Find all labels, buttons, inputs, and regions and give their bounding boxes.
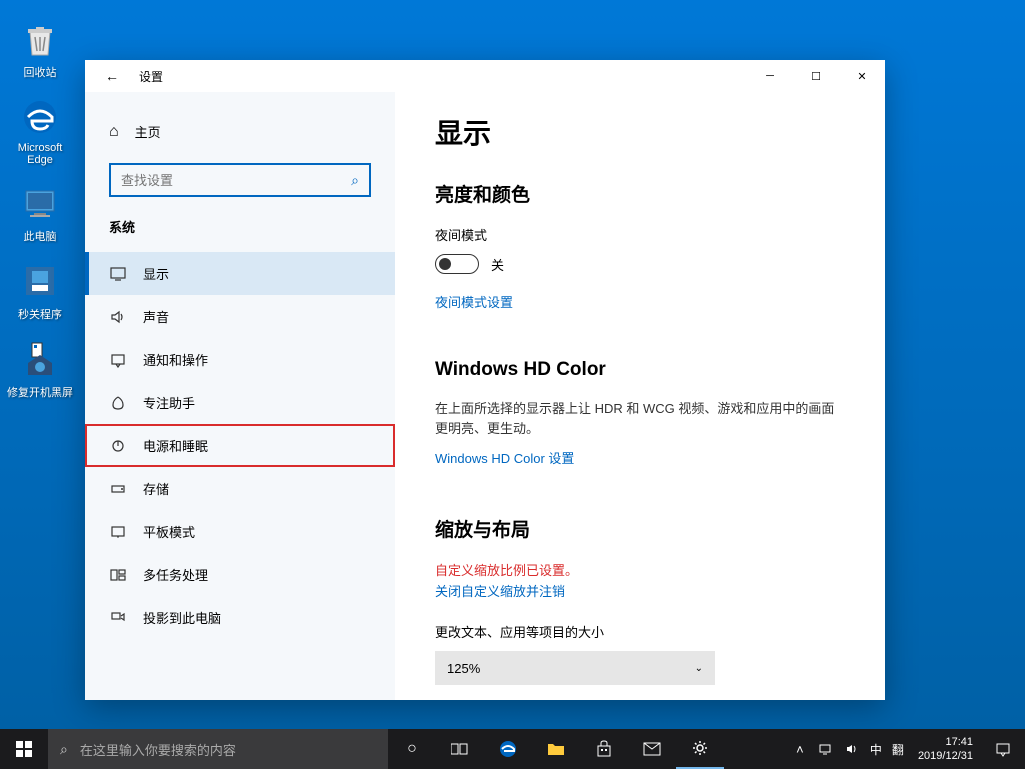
window-controls: ─ ☐ ✕ bbox=[747, 60, 885, 92]
tray-volume-icon[interactable] bbox=[840, 729, 864, 769]
focus-assist-icon bbox=[109, 394, 127, 412]
nav-label: 显示 bbox=[143, 264, 169, 283]
taskbar-app-edge[interactable] bbox=[484, 729, 532, 769]
desktop-icon-label: 修复开机黑屏 bbox=[7, 384, 73, 400]
search-icon: ⌕ bbox=[60, 741, 68, 758]
nav-item-sound[interactable]: 声音 bbox=[85, 295, 395, 338]
notifications-icon bbox=[109, 351, 127, 369]
desktop-icon-fix-black-screen[interactable]: 修复开机黑屏 bbox=[0, 330, 80, 408]
section-scale-title: 缩放与布局 bbox=[435, 515, 845, 542]
recycle-bin-icon bbox=[19, 18, 61, 60]
desktop-icon-label: 回收站 bbox=[24, 64, 57, 80]
nav-label: 投影到此电脑 bbox=[143, 608, 221, 627]
chevron-down-icon: ⌄ bbox=[695, 663, 703, 674]
desktop-icons-column: 回收站 Microsoft Edge 此电脑 秒关程序 修复开机黑屏 bbox=[0, 10, 80, 408]
scale-label: 更改文本、应用等项目的大小 bbox=[435, 622, 845, 641]
maximize-button[interactable]: ☐ bbox=[793, 60, 839, 92]
desktop-icon-this-pc[interactable]: 此电脑 bbox=[0, 174, 80, 252]
start-button[interactable] bbox=[0, 729, 48, 769]
search-box[interactable]: ⌕ bbox=[109, 163, 371, 197]
sound-icon bbox=[109, 308, 127, 326]
cortana-button[interactable]: ○ bbox=[388, 729, 436, 769]
settings-sidebar: ⌂ 主页 ⌕ 系统 显示 声音 通知和操作 专注助手 bbox=[85, 92, 395, 700]
window-title: 设置 bbox=[139, 68, 163, 85]
nav-label: 多任务处理 bbox=[143, 565, 208, 584]
tray-chevron-up[interactable]: ˄ bbox=[788, 729, 812, 769]
taskbar-app-settings[interactable] bbox=[676, 729, 724, 769]
advanced-scale-link[interactable]: 高级缩放设置 bbox=[435, 699, 513, 700]
nav-item-projecting[interactable]: 投影到此电脑 bbox=[85, 596, 395, 639]
tray-date: 2019/12/31 bbox=[918, 749, 973, 763]
nav-label: 声音 bbox=[143, 307, 169, 326]
nav-item-storage[interactable]: 存储 bbox=[85, 467, 395, 510]
desktop-icon-label: 此电脑 bbox=[24, 228, 57, 244]
nav-item-focus-assist[interactable]: 专注助手 bbox=[85, 381, 395, 424]
tray-network-icon[interactable] bbox=[814, 729, 838, 769]
taskbar-app-mail[interactable] bbox=[628, 729, 676, 769]
desktop-icon-edge[interactable]: Microsoft Edge bbox=[0, 88, 80, 174]
projecting-icon bbox=[109, 609, 127, 627]
desktop-icon-label: 秒关程序 bbox=[18, 306, 62, 322]
category-header: 系统 bbox=[85, 217, 395, 252]
fix-black-screen-icon bbox=[19, 338, 61, 380]
home-label: 主页 bbox=[135, 122, 161, 141]
content-panel: 显示 亮度和颜色 夜间模式 关 夜间模式设置 Windows HD Color … bbox=[395, 92, 885, 700]
back-button[interactable]: ← bbox=[105, 68, 119, 84]
system-tray: ˄ 中 翻 17:41 2019/12/31 bbox=[788, 729, 1025, 769]
task-view-button[interactable] bbox=[436, 729, 484, 769]
nav-label: 存储 bbox=[143, 479, 169, 498]
nav-item-display[interactable]: 显示 bbox=[85, 252, 395, 295]
taskbar: ⌕ 在这里输入你要搜索的内容 ○ ˄ 中 翻 17:41 2019/12/31 bbox=[0, 729, 1025, 769]
section-hd-color-title: Windows HD Color bbox=[435, 359, 845, 381]
hd-color-settings-link[interactable]: Windows HD Color 设置 bbox=[435, 448, 574, 467]
night-mode-settings-link[interactable]: 夜间模式设置 bbox=[435, 292, 513, 311]
storage-icon bbox=[109, 480, 127, 498]
home-icon: ⌂ bbox=[109, 123, 119, 141]
desktop-icon-recycle-bin[interactable]: 回收站 bbox=[0, 10, 80, 88]
title-bar: ← 设置 ─ ☐ ✕ bbox=[85, 60, 885, 92]
section-brightness-title: 亮度和颜色 bbox=[435, 180, 845, 207]
taskbar-search-placeholder: 在这里输入你要搜索的内容 bbox=[80, 740, 236, 759]
nav-label: 专注助手 bbox=[143, 393, 195, 412]
scale-value: 125% bbox=[447, 661, 480, 676]
home-button[interactable]: ⌂ 主页 bbox=[85, 112, 395, 151]
tray-time: 17:41 bbox=[918, 735, 973, 749]
night-mode-state: 关 bbox=[491, 255, 504, 274]
minimize-button[interactable]: ─ bbox=[747, 60, 793, 92]
display-icon bbox=[109, 265, 127, 283]
nav-label: 通知和操作 bbox=[143, 350, 208, 369]
search-input[interactable] bbox=[121, 173, 351, 188]
quick-close-icon bbox=[19, 260, 61, 302]
power-icon bbox=[109, 437, 127, 455]
nav-item-multitasking[interactable]: 多任务处理 bbox=[85, 553, 395, 596]
page-heading: 显示 bbox=[435, 112, 845, 152]
taskbar-app-explorer[interactable] bbox=[532, 729, 580, 769]
night-mode-toggle[interactable] bbox=[435, 254, 479, 274]
tray-ime-translate[interactable]: 翻 bbox=[888, 741, 908, 758]
tray-notifications-button[interactable] bbox=[983, 729, 1023, 769]
nav-label: 电源和睡眠 bbox=[143, 436, 208, 455]
multitasking-icon bbox=[109, 566, 127, 584]
nav-item-notifications[interactable]: 通知和操作 bbox=[85, 338, 395, 381]
scale-dropdown[interactable]: 125% ⌄ bbox=[435, 651, 715, 685]
hd-color-description: 在上面所选择的显示器上让 HDR 和 WCG 视频、游戏和应用中的画面更明亮、更… bbox=[435, 399, 845, 438]
nav-item-power-sleep[interactable]: 电源和睡眠 bbox=[85, 424, 395, 467]
tray-clock[interactable]: 17:41 2019/12/31 bbox=[910, 735, 981, 764]
nav-label: 平板模式 bbox=[143, 522, 195, 541]
nav-item-tablet-mode[interactable]: 平板模式 bbox=[85, 510, 395, 553]
close-button[interactable]: ✕ bbox=[839, 60, 885, 92]
turn-off-custom-scale-link[interactable]: 关闭自定义缩放并注销 bbox=[435, 581, 565, 600]
tray-ime-indicator[interactable]: 中 bbox=[866, 741, 886, 758]
desktop-icon-label: Microsoft Edge bbox=[4, 142, 76, 166]
taskbar-app-store[interactable] bbox=[580, 729, 628, 769]
tablet-icon bbox=[109, 523, 127, 541]
search-icon: ⌕ bbox=[351, 172, 359, 189]
settings-window: ← 设置 ─ ☐ ✕ ⌂ 主页 ⌕ 系统 显示 声音 bbox=[85, 60, 885, 700]
taskbar-search[interactable]: ⌕ 在这里输入你要搜索的内容 bbox=[48, 729, 388, 769]
edge-icon bbox=[19, 96, 61, 138]
this-pc-icon bbox=[19, 182, 61, 224]
scale-warning: 自定义缩放比例已设置。 bbox=[435, 560, 845, 579]
night-mode-label: 夜间模式 bbox=[435, 225, 845, 244]
desktop-icon-quick-close[interactable]: 秒关程序 bbox=[0, 252, 80, 330]
